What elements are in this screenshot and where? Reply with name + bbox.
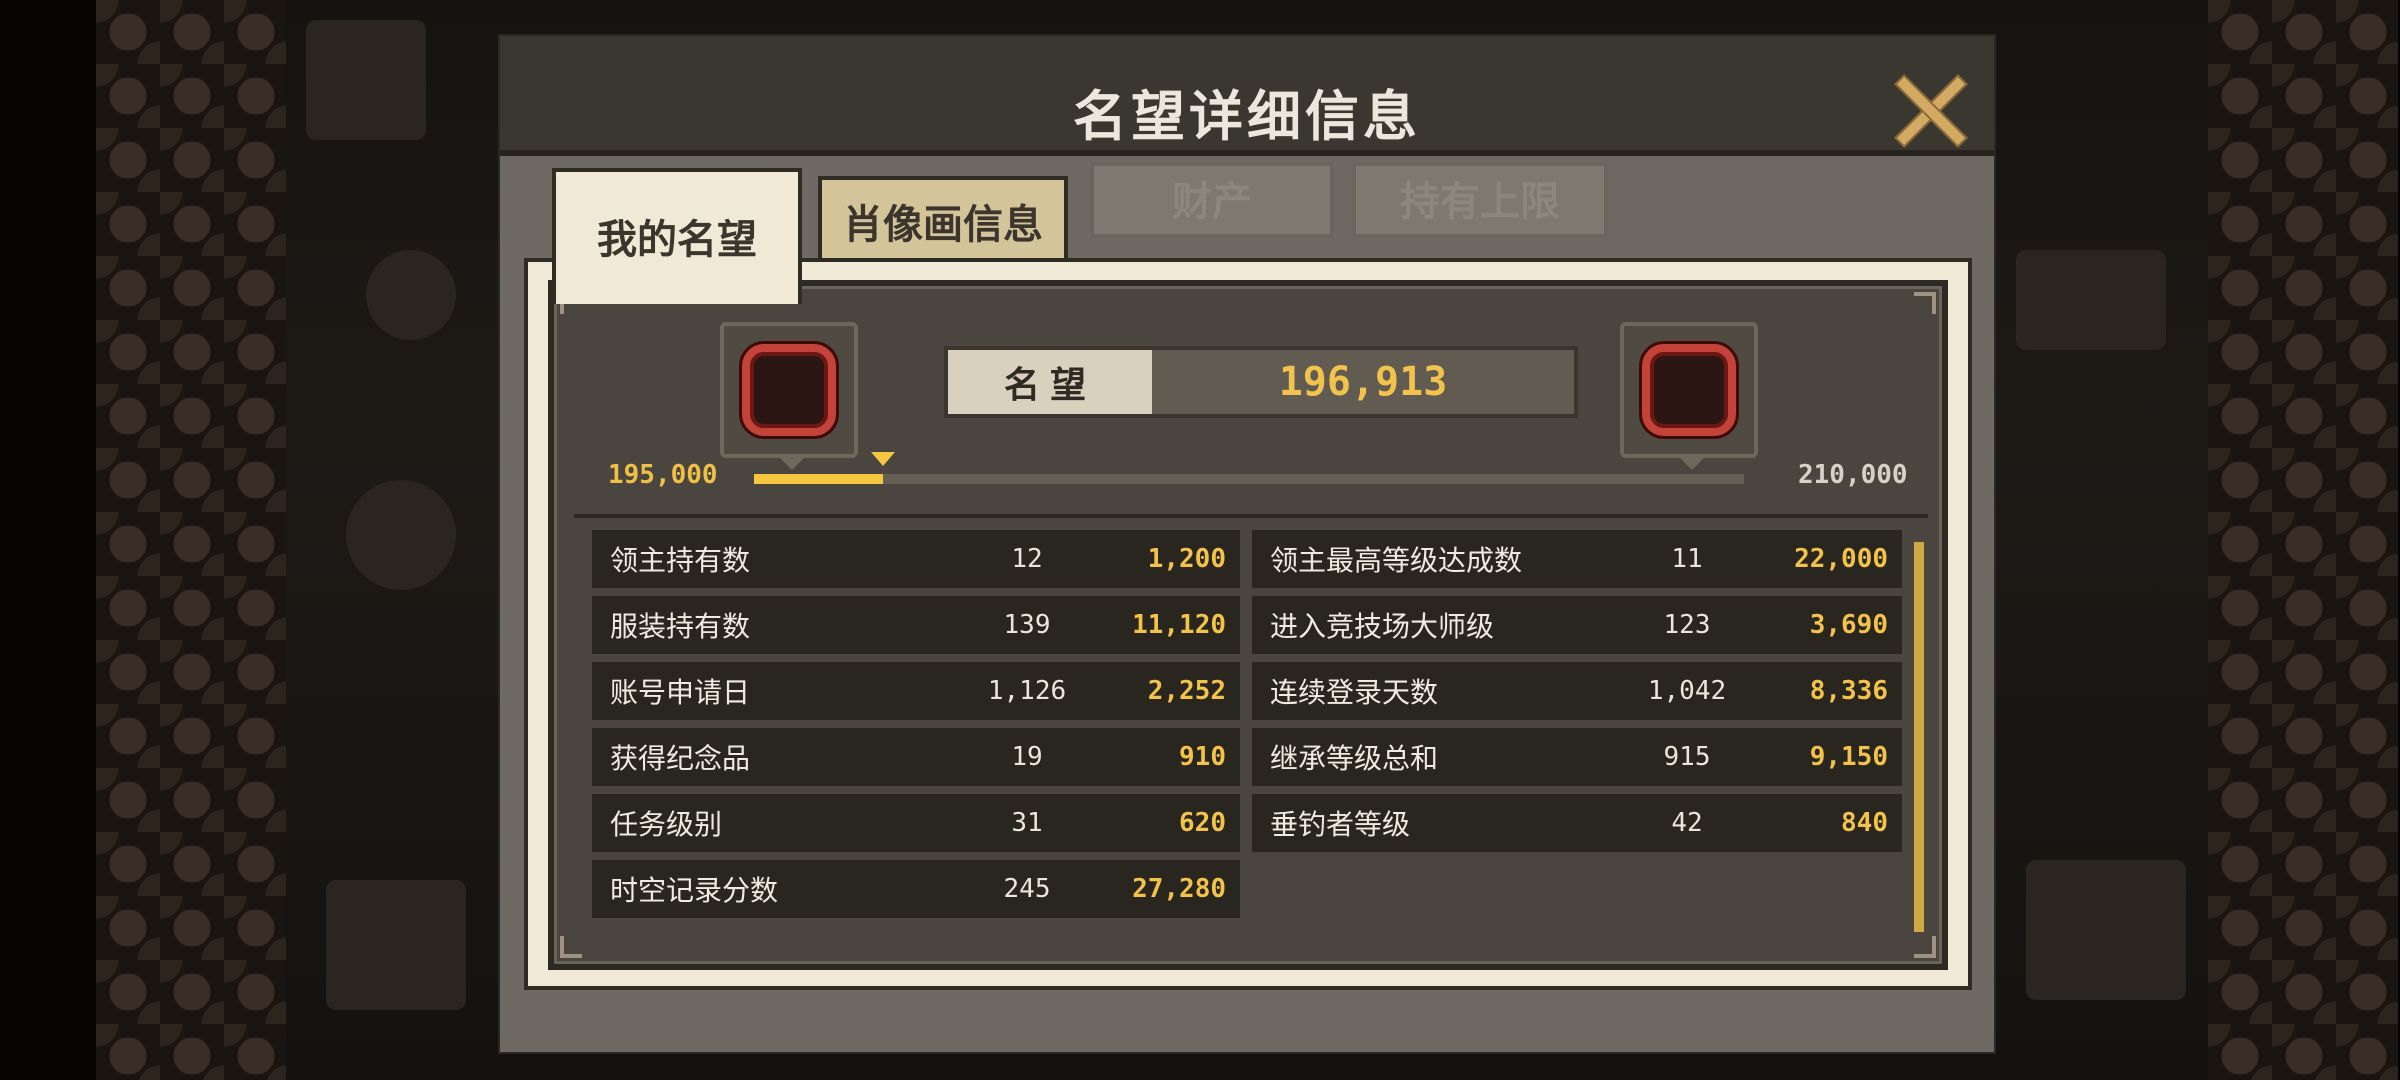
stat-label: 任务级别: [610, 808, 723, 841]
stat-row: 领主持有数 12 1,200: [592, 530, 1240, 588]
rank-badge-icon: [1642, 344, 1736, 436]
progress-marker-icon: [870, 452, 895, 466]
dialog-header: 名望详细信息: [500, 36, 1994, 156]
stat-label: 时空记录分数: [610, 874, 779, 907]
progress-track: [754, 452, 1744, 484]
stat-row: 垂钓者等级 42 840: [1252, 794, 1902, 852]
panel-frame: 名望 196,913 195,000 210,000 领主持有数 12 1,200 服…: [524, 258, 1972, 990]
stat-row: 服装持有数 139 11,120: [592, 596, 1240, 654]
stat-label: 领主最高等级达成数: [1270, 544, 1523, 577]
stat-label: 垂钓者等级: [1270, 808, 1411, 841]
close-icon[interactable]: [1890, 70, 1966, 146]
stat-count: 12: [1011, 544, 1043, 574]
progress-min-value: 195,000: [608, 460, 718, 490]
corner-ornament: [560, 936, 582, 958]
tab-assets[interactable]: 财产: [1090, 162, 1334, 238]
stat-row: 账号申请日 1,126 2,252: [592, 662, 1240, 720]
reputation-panel: 名望 196,913 195,000 210,000 领主持有数 12 1,200 服…: [548, 280, 1948, 970]
stat-count: 245: [1003, 874, 1051, 904]
corner-ornament: [1914, 292, 1936, 314]
stat-label: 获得纪念品: [610, 742, 751, 775]
divider: [574, 514, 1928, 518]
stat-label: 进入竞技场大师级: [1270, 610, 1495, 643]
tab-my-reputation[interactable]: 我的名望: [552, 168, 802, 304]
stat-points: 2,252: [1147, 676, 1226, 706]
stat-row: 任务级别 31 620: [592, 794, 1240, 852]
stat-points: 11,120: [1132, 610, 1226, 640]
stat-points: 22,000: [1794, 544, 1888, 574]
reputation-details-dialog: 名望详细信息 财产 持有上限 肖像画信息 名望 196,913 195,000: [498, 34, 1996, 1054]
stat-count: 1,042: [1647, 676, 1727, 706]
stat-label: 服装持有数: [610, 610, 751, 643]
stat-points: 3,690: [1809, 610, 1888, 640]
stat-row: 领主最高等级达成数 11 22,000: [1252, 530, 1902, 588]
stat-count: 915: [1663, 742, 1711, 772]
background-pattern-left: [96, 0, 286, 1080]
progress-max-value: 210,000: [1798, 460, 1908, 490]
stat-count: 19: [1011, 742, 1043, 772]
progress-fill: [754, 474, 883, 484]
stat-label: 连续登录天数: [1270, 676, 1439, 709]
stat-label: 账号申请日: [610, 676, 751, 709]
stat-count: 123: [1663, 610, 1711, 640]
stat-label: 领主持有数: [610, 544, 751, 577]
corner-ornament: [1914, 936, 1936, 958]
reputation-value: 196,913: [1278, 359, 1448, 405]
current-rank-badge[interactable]: [720, 322, 858, 470]
stat-count: 31: [1011, 808, 1043, 838]
scrollbar[interactable]: [1914, 542, 1924, 932]
background-edge-left: [0, 0, 96, 1080]
reputation-summary: 名望 196,913: [944, 346, 1578, 418]
stat-points: 620: [1179, 808, 1226, 838]
stat-count: 42: [1671, 808, 1703, 838]
stat-points: 8,336: [1809, 676, 1888, 706]
reputation-progress: 195,000 210,000: [554, 452, 1942, 498]
stat-points: 1,200: [1147, 544, 1226, 574]
tab-holding-limit[interactable]: 持有上限: [1352, 162, 1608, 238]
background-pattern-right: [2208, 0, 2398, 1080]
rank-badge-icon: [742, 344, 836, 436]
stat-row: 时空记录分数 245 27,280: [592, 860, 1240, 918]
stat-row: 获得纪念品 19 910: [592, 728, 1240, 786]
stat-points: 9,150: [1809, 742, 1888, 772]
tab-portrait-info[interactable]: 肖像画信息: [818, 176, 1068, 270]
stat-points: 840: [1841, 808, 1888, 838]
stat-count: 1,126: [987, 676, 1067, 706]
stat-label: 继承等级总和: [1270, 742, 1439, 775]
stat-row: 进入竞技场大师级 123 3,690: [1252, 596, 1902, 654]
next-rank-badge[interactable]: [1620, 322, 1758, 470]
stat-points: 910: [1179, 742, 1226, 772]
stat-row: 继承等级总和 915 9,150: [1252, 728, 1902, 786]
stat-count: 139: [1003, 610, 1051, 640]
reputation-label: 名望: [948, 350, 1152, 414]
stat-points: 27,280: [1132, 874, 1226, 904]
stat-count: 11: [1671, 544, 1703, 574]
dialog-title: 名望详细信息: [1073, 85, 1421, 148]
stat-row: 连续登录天数 1,042 8,336: [1252, 662, 1902, 720]
